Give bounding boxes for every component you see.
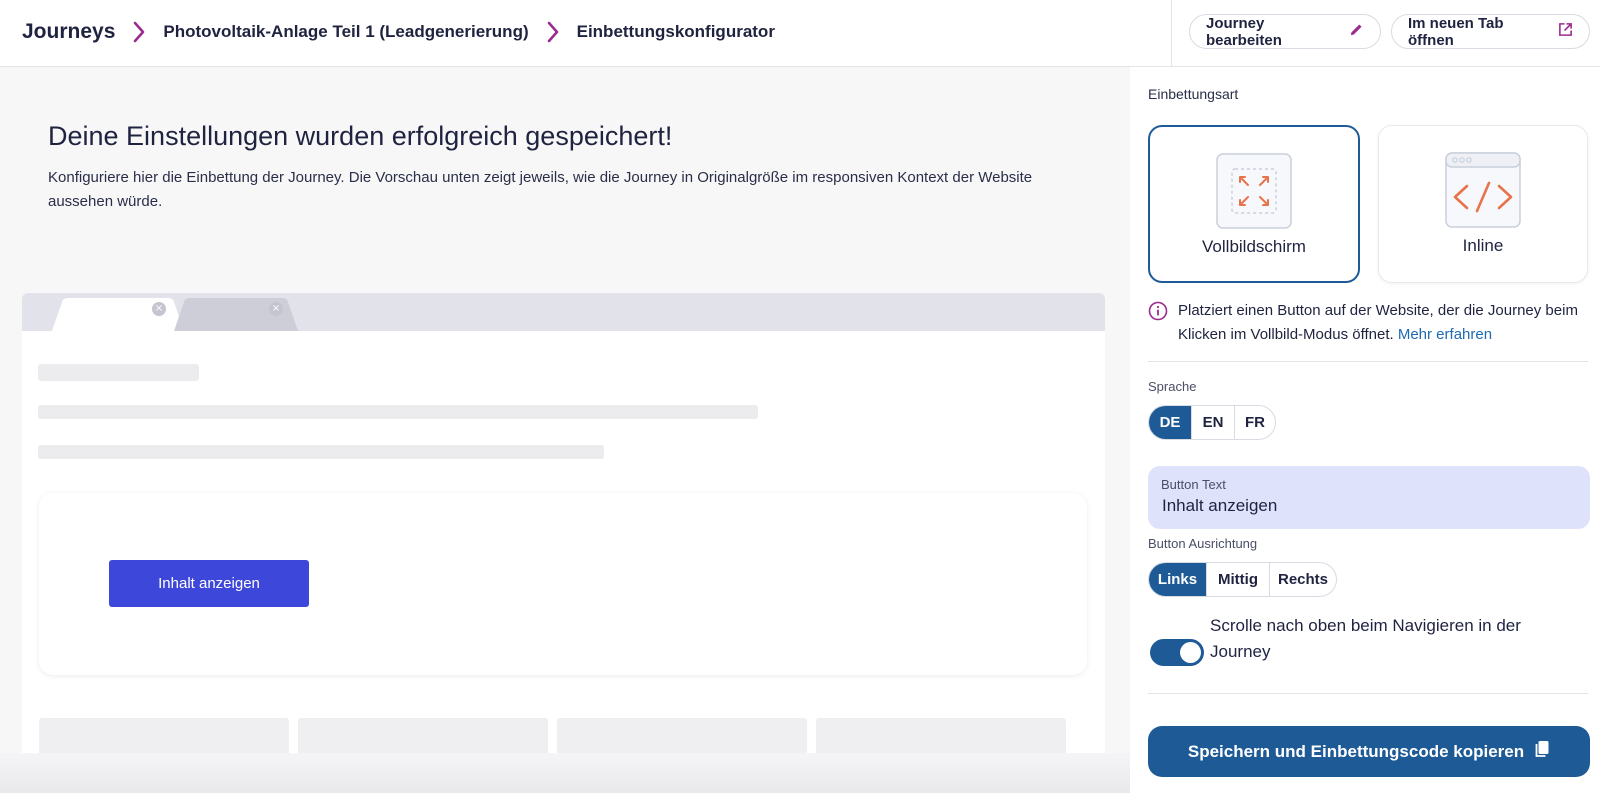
- skeleton-line: [38, 445, 604, 459]
- mode-inline-card[interactable]: Inline: [1378, 125, 1588, 283]
- pencil-icon: [1349, 22, 1364, 41]
- language-option-en[interactable]: EN: [1192, 406, 1235, 439]
- fullscreen-icon: [1216, 153, 1292, 229]
- code-icon: [1445, 152, 1521, 228]
- bottom-shadow: [0, 753, 1130, 793]
- breadcrumb: Journeys Photovoltaik-Anlage Teil 1 (Lea…: [22, 0, 775, 64]
- learn-more-link[interactable]: Mehr erfahren: [1398, 326, 1492, 343]
- chevron-right-icon: [129, 18, 149, 46]
- skeleton-line: [38, 364, 199, 381]
- alignment-option-right[interactable]: Rechts: [1270, 563, 1336, 596]
- close-icon: ×: [152, 302, 166, 316]
- browser-preview: × × Inhalt anzeigen: [22, 293, 1105, 793]
- divider: [1148, 361, 1588, 362]
- edit-journey-button[interactable]: Journey bearbeiten: [1189, 14, 1381, 49]
- copy-icon: [1534, 740, 1550, 763]
- mode-fullscreen-label: Vollbildschirm: [1202, 237, 1306, 256]
- alignment-label: Button Ausrichtung: [1148, 536, 1258, 551]
- button-text-label: Button Text: [1161, 477, 1226, 492]
- alignment-selector: Links Mittig Rechts: [1148, 562, 1337, 597]
- success-title: Deine Einstellungen wurden erfolgreich g…: [48, 121, 673, 151]
- top-bar: Journeys Photovoltaik-Anlage Teil 1 (Lea…: [0, 0, 1600, 67]
- save-and-copy-label: Speichern und Einbettungscode kopieren: [1187, 741, 1525, 761]
- skeleton-line: [38, 405, 758, 419]
- browser-tab-bar: × ×: [22, 293, 1105, 331]
- breadcrumb-current-page: Einbettungskonfigurator: [576, 22, 775, 41]
- config-panel: Einbettungsart Vollbildschirm Inline Pla…: [1130, 67, 1600, 793]
- mode-fullscreen-card[interactable]: Vollbildschirm: [1148, 125, 1360, 283]
- language-option-fr[interactable]: FR: [1235, 406, 1275, 439]
- embed-type-label: Einbettungsart: [1148, 86, 1239, 102]
- open-new-tab-button[interactable]: Im neuen Tab öffnen: [1391, 14, 1590, 49]
- language-label: Sprache: [1148, 379, 1197, 394]
- header-divider: [1171, 0, 1172, 67]
- info-text: Platziert einen Button auf der Website, …: [1178, 302, 1578, 343]
- close-icon: ×: [269, 302, 283, 316]
- save-and-copy-button[interactable]: Speichern und Einbettungscode kopieren: [1148, 726, 1590, 777]
- open-new-tab-label: Im neuen Tab öffnen: [1408, 14, 1504, 49]
- success-description: Konfiguriere hier die Einbettung der Jou…: [48, 169, 1033, 210]
- button-text-input[interactable]: Inhalt anzeigen: [1162, 496, 1277, 516]
- scroll-top-label: Scrolle nach oben beim Navigieren in der…: [1210, 616, 1521, 661]
- scroll-top-toggle[interactable]: [1150, 639, 1204, 666]
- mode-inline-label: Inline: [1462, 236, 1504, 255]
- language-option-de[interactable]: DE: [1149, 406, 1192, 439]
- chevron-right-icon: [543, 18, 563, 46]
- preview-area: Deine Einstellungen wurden erfolgreich g…: [0, 67, 1130, 793]
- breadcrumb-journeys[interactable]: Journeys: [22, 20, 115, 44]
- language-selector: DE EN FR: [1148, 405, 1276, 440]
- preview-show-content-button[interactable]: Inhalt anzeigen: [109, 560, 309, 607]
- preview-card: Inhalt anzeigen: [39, 493, 1087, 675]
- alignment-option-left[interactable]: Links: [1149, 563, 1207, 596]
- toggle-knob: [1180, 642, 1201, 663]
- alignment-option-center[interactable]: Mittig: [1207, 563, 1270, 596]
- embed-info: Platziert einen Button auf der Website, …: [1148, 299, 1588, 347]
- divider: [1148, 693, 1588, 694]
- external-link-icon: [1558, 22, 1573, 41]
- edit-journey-label: Journey bearbeiten: [1206, 14, 1282, 49]
- breadcrumb-journey-name[interactable]: Photovoltaik-Anlage Teil 1 (Leadgenerier…: [163, 22, 528, 42]
- info-icon: [1148, 301, 1168, 321]
- button-text-field[interactable]: Button Text Inhalt anzeigen: [1148, 466, 1590, 529]
- browser-tab-active: [52, 298, 184, 331]
